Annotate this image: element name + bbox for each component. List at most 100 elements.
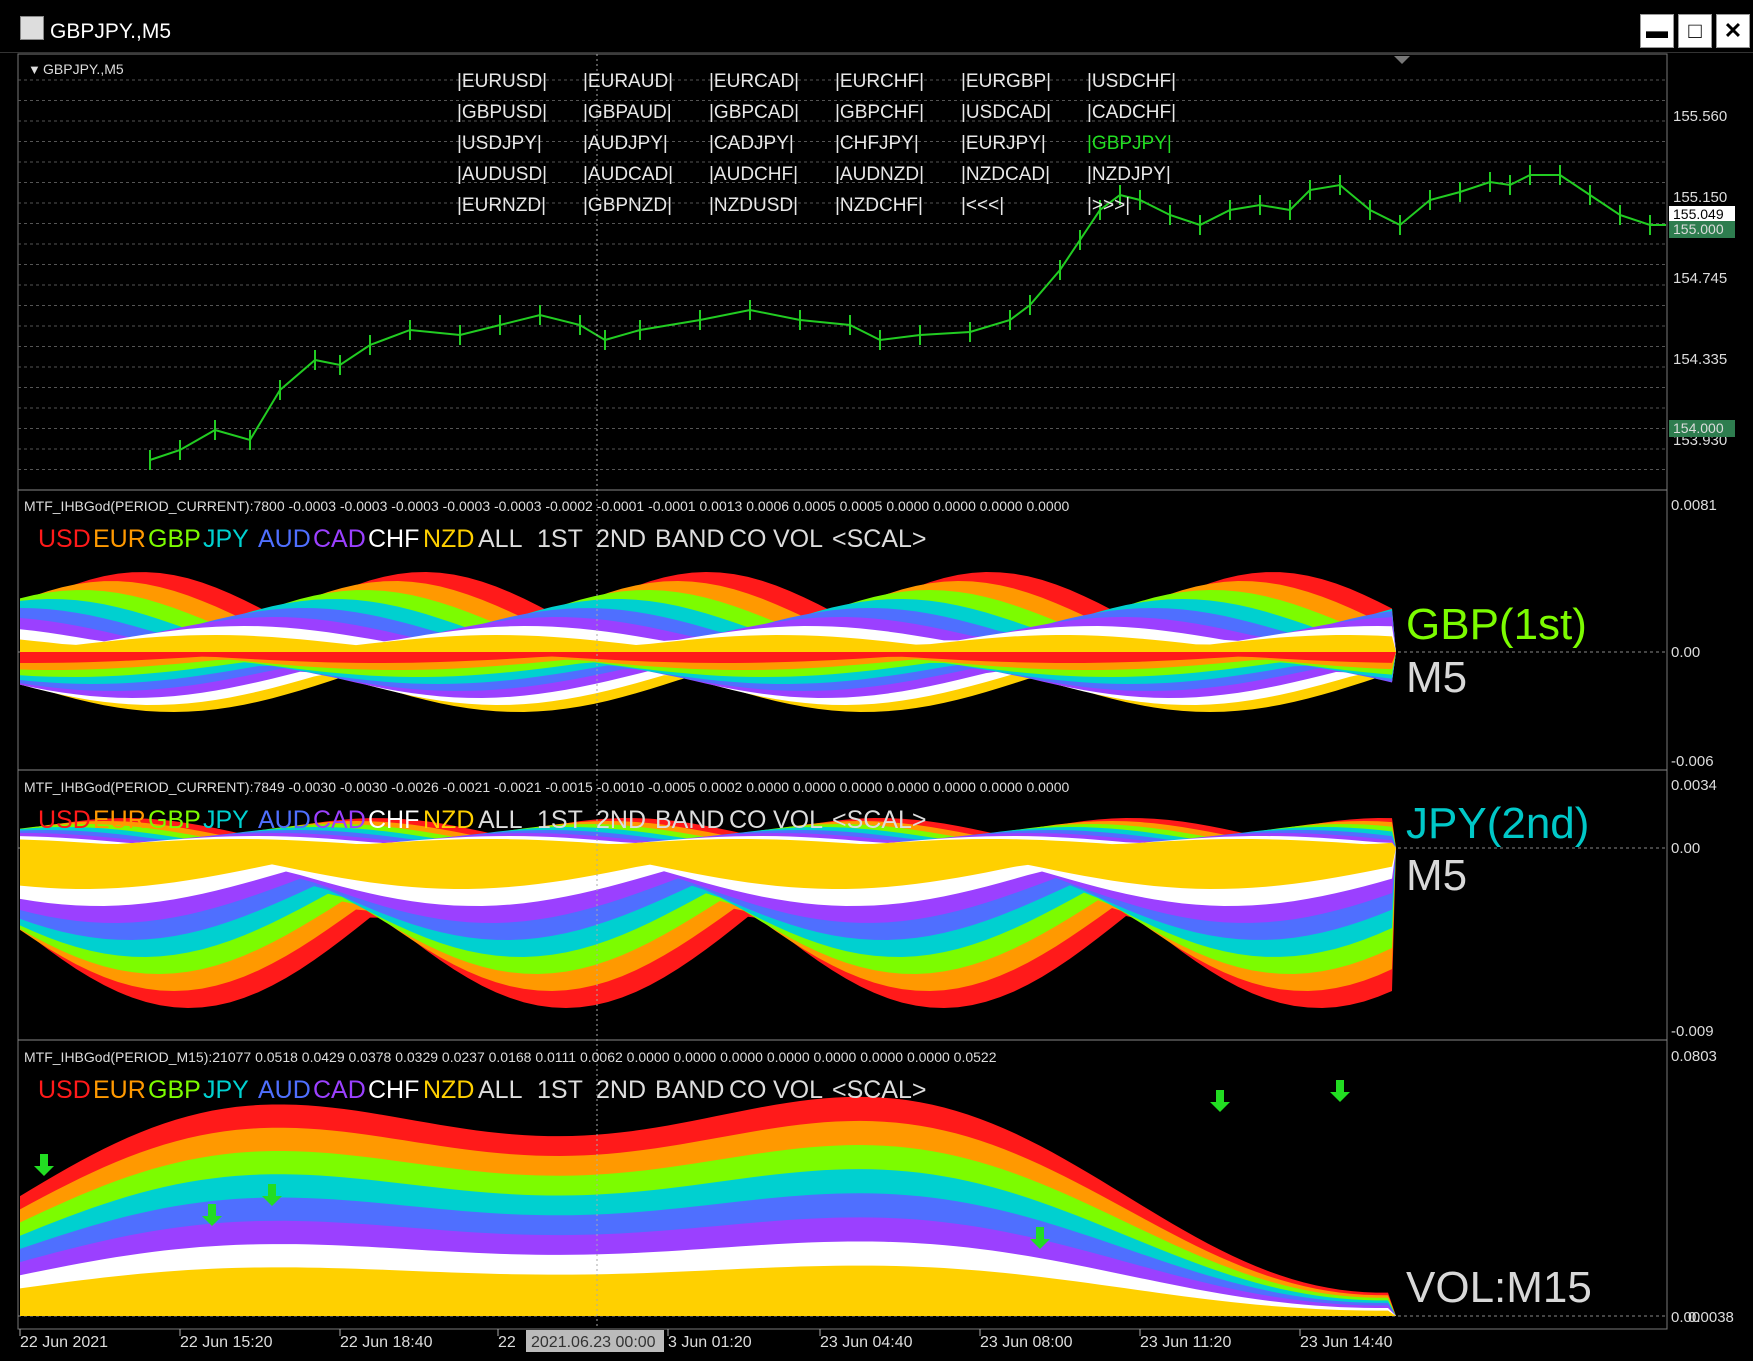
ind1-tf-label: M5	[1406, 653, 1467, 702]
legend-item[interactable]: 1ST	[537, 525, 583, 553]
legend-item[interactable]: 2ND	[596, 806, 646, 834]
time-label: 23 Jun 14:40	[1300, 1334, 1393, 1351]
legend-item[interactable]: EUR	[93, 806, 146, 834]
symbol-link[interactable]: |GBPCHF|	[835, 102, 924, 123]
ind1-top-label: 0.0081	[1671, 497, 1717, 514]
level-tag-label: 154.000	[1673, 420, 1724, 436]
symbol-link[interactable]: |AUDJPY|	[583, 133, 668, 154]
legend-item[interactable]: CO	[729, 806, 767, 834]
indicator-3-header: MTF_IHBGod(PERIOD_M15):21077 0.0518 0.04…	[24, 1049, 997, 1065]
symbol-link[interactable]: |GBPNZD|	[583, 195, 672, 216]
legend-item[interactable]: AUD	[258, 1076, 311, 1104]
symbol-link[interactable]: |USDCAD|	[961, 102, 1051, 123]
legend-item[interactable]: <SCAL>	[832, 525, 927, 553]
signal-arrow	[1330, 1080, 1350, 1102]
ind3-big-label: VOL:M15	[1406, 1263, 1592, 1312]
time-label: 22 Jun 18:40	[340, 1334, 433, 1351]
symbol-link[interactable]: |GBPAUD|	[583, 102, 672, 123]
legend-item[interactable]: CAD	[313, 525, 366, 553]
symbol-link[interactable]: |CADJPY|	[709, 133, 794, 154]
indicator-2-legend[interactable]: USD EUR GBP JPY AUD CAD CHF NZD ALL 1ST 2ND BAND CO V…	[38, 806, 927, 834]
symbol-link[interactable]: |NZDJPY|	[1087, 164, 1171, 185]
legend-item[interactable]: EUR	[93, 525, 146, 553]
symbol-link[interactable]: |EURAUD|	[583, 71, 673, 92]
time-label: 3 Jun 01:20	[668, 1334, 752, 1351]
legend-item[interactable]: CAD	[313, 806, 366, 834]
indicator-1-legend[interactable]: USD EUR GBP JPY AUD CAD CHF NZD ALL 1ST 2ND BAND CO V…	[38, 525, 927, 553]
symbol-link[interactable]: |NZDCHF|	[835, 195, 923, 216]
ind2-big-label: JPY(2nd)	[1406, 799, 1589, 848]
symbol-link[interactable]: |NZDUSD|	[709, 195, 798, 216]
ind2-tf-label: M5	[1406, 851, 1467, 900]
price-label: 155.150	[1673, 189, 1727, 206]
legend-item[interactable]: USD	[38, 806, 91, 834]
symbol-link[interactable]: |EURUSD|	[457, 71, 547, 92]
chart-canvas[interactable]: ▼ GBPJPY.,M5 |EURUSD| |EURAUD| |EURCAD| |EU…	[0, 0, 1753, 1361]
legend-item[interactable]: GBP	[148, 1076, 201, 1104]
legend-item[interactable]: <SCAL>	[832, 1076, 927, 1104]
indicator-3-legend[interactable]: USD EUR GBP JPY AUD CAD CHF NZD ALL 1ST 2ND BAND CO V…	[38, 1076, 927, 1104]
chart-symbol-dropdown-icon[interactable]: ▼	[28, 62, 41, 77]
legend-item[interactable]: NZD	[423, 806, 474, 834]
symbol-link[interactable]: |NZDCAD|	[961, 164, 1050, 185]
ind1-big-label: GBP(1st)	[1406, 600, 1587, 649]
symbol-link[interactable]: |EURNZD|	[457, 195, 546, 216]
legend-item[interactable]: BAND	[655, 806, 724, 834]
legend-item[interactable]: VOL	[773, 525, 823, 553]
symbol-link[interactable]: |GBPJPY|	[1087, 133, 1172, 154]
legend-item[interactable]: NZD	[423, 525, 474, 553]
legend-item[interactable]: ALL	[478, 806, 523, 834]
legend-item[interactable]: 1ST	[537, 806, 583, 834]
ind2-bottom-label: -0.009	[1671, 1023, 1714, 1040]
signal-arrow	[34, 1154, 54, 1176]
symbol-link[interactable]: |GBPUSD|	[457, 102, 547, 123]
symbol-link[interactable]: |USDCHF|	[1087, 71, 1176, 92]
legend-item[interactable]: BAND	[655, 525, 724, 553]
symbol-link[interactable]: |>>>|	[1087, 195, 1130, 216]
symbol-link[interactable]: |EURGBP|	[961, 71, 1051, 92]
symbol-link[interactable]: |AUDNZD|	[835, 164, 924, 185]
legend-item[interactable]: VOL	[773, 806, 823, 834]
legend-item[interactable]: AUD	[258, 806, 311, 834]
legend-item[interactable]: ALL	[478, 1076, 523, 1104]
symbol-link[interactable]: |AUDUSD|	[457, 164, 547, 185]
legend-item[interactable]: EUR	[93, 1076, 146, 1104]
legend-item[interactable]: USD	[38, 1076, 91, 1104]
legend-item[interactable]: CHF	[368, 525, 419, 553]
band-layer	[20, 839, 1396, 848]
ind2-zero-label: 0.00	[1671, 840, 1700, 857]
chart-shift-marker[interactable]	[1394, 56, 1410, 64]
legend-item[interactable]: CO	[729, 1076, 767, 1104]
legend-item[interactable]: JPY	[203, 806, 249, 834]
legend-item[interactable]: JPY	[203, 525, 249, 553]
legend-item[interactable]: CHF	[368, 806, 419, 834]
legend-item[interactable]: JPY	[203, 1076, 249, 1104]
symbol-link[interactable]: |CADCHF|	[1087, 102, 1176, 123]
crosshair-time-label: 2021.06.23 00:00	[531, 1334, 656, 1351]
legend-item[interactable]: GBP	[148, 525, 201, 553]
legend-item[interactable]: CO	[729, 525, 767, 553]
legend-item[interactable]: 2ND	[596, 1076, 646, 1104]
legend-item[interactable]: <SCAL>	[832, 806, 927, 834]
legend-item[interactable]: ALL	[478, 525, 523, 553]
legend-item[interactable]: GBP	[148, 806, 201, 834]
legend-item[interactable]: CAD	[313, 1076, 366, 1104]
legend-item[interactable]: NZD	[423, 1076, 474, 1104]
legend-item[interactable]: CHF	[368, 1076, 419, 1104]
symbol-link[interactable]: |<<<|	[961, 195, 1004, 216]
symbol-link[interactable]: |EURCAD|	[709, 71, 799, 92]
legend-item[interactable]: AUD	[258, 525, 311, 553]
legend-item[interactable]: USD	[38, 525, 91, 553]
symbol-link[interactable]: |USDJPY|	[457, 133, 542, 154]
symbol-link[interactable]: |CHFJPY|	[835, 133, 919, 154]
legend-item[interactable]: BAND	[655, 1076, 724, 1104]
time-label: 23 Jun 11:20	[1140, 1334, 1231, 1351]
legend-item[interactable]: 1ST	[537, 1076, 583, 1104]
legend-item[interactable]: VOL	[773, 1076, 823, 1104]
legend-item[interactable]: 2ND	[596, 525, 646, 553]
symbol-link[interactable]: |AUDCAD|	[583, 164, 673, 185]
symbol-link[interactable]: |AUDCHF|	[709, 164, 798, 185]
symbol-link[interactable]: |GBPCAD|	[709, 102, 799, 123]
symbol-link[interactable]: |EURJPY|	[961, 133, 1046, 154]
symbol-link[interactable]: |EURCHF|	[835, 71, 924, 92]
